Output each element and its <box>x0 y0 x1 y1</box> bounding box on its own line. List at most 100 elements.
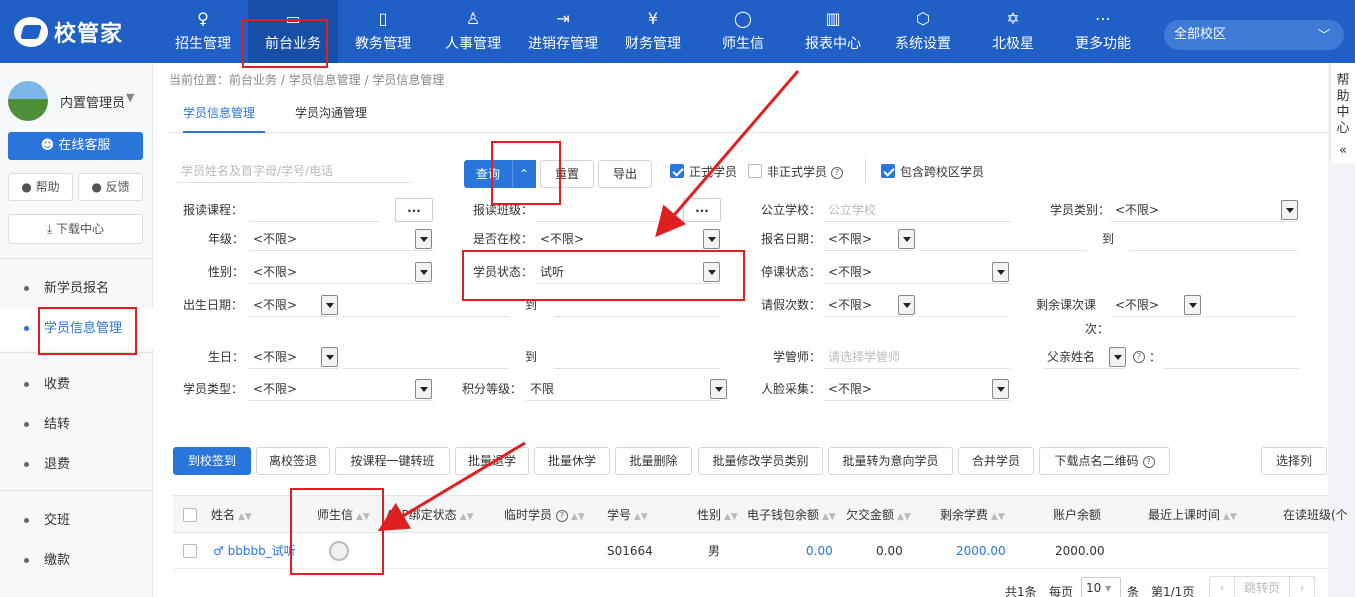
birthday-start[interactable] <box>343 345 509 369</box>
public-school-input[interactable]: 公立学校 <box>824 198 1010 222</box>
dropdown-arrow-icon[interactable] <box>321 347 338 367</box>
birthday-end[interactable] <box>554 345 720 369</box>
nav-inventory[interactable]: ⇥ 进销存管理 <box>518 0 608 63</box>
col-owed[interactable]: 欠交金额 ▲▼ <box>846 496 911 536</box>
sidebar-item-handover[interactable]: 交班 <box>0 501 153 541</box>
remaining-lessons-input[interactable] <box>1205 293 1297 317</box>
avatar[interactable] <box>8 81 48 121</box>
sidebar-item-charge[interactable]: 收费 <box>0 365 153 405</box>
dropdown-arrow-icon[interactable] <box>415 262 432 282</box>
export-button[interactable]: 导出 <box>598 160 652 188</box>
prev-page-icon[interactable]: ‹ <box>1209 576 1235 597</box>
sidebar-item-transfer[interactable]: 结转 <box>0 405 153 445</box>
dropdown-arrow-icon[interactable] <box>415 229 432 249</box>
col-last-class[interactable]: 最近上课时间 ▲▼ <box>1148 496 1237 536</box>
nav-messenger[interactable]: ◯ 师生信 <box>698 0 788 63</box>
suspend-status-select[interactable]: <不限> <box>824 260 1010 284</box>
row-checkbox[interactable] <box>183 544 197 558</box>
nav-settings[interactable]: ⬡ 系统设置 <box>878 0 968 63</box>
student-type-select[interactable]: <不限> <box>249 377 433 401</box>
nav-academic[interactable]: ▯ 教务管理 <box>338 0 428 63</box>
col-student-id[interactable]: 学号 ▲▼ <box>607 496 648 536</box>
batch-modify-category-button[interactable]: 批量修改学员类别 <box>698 447 823 475</box>
dropdown-arrow-icon[interactable] <box>898 229 915 249</box>
merge-student-button[interactable]: 合并学员 <box>958 447 1034 475</box>
formal-student-checkbox[interactable] <box>670 164 684 178</box>
dropdown-arrow-icon[interactable] <box>710 379 727 399</box>
grade-select[interactable]: <不限> <box>249 227 433 251</box>
nav-reports[interactable]: ▥ 报表中心 <box>788 0 878 63</box>
nav-more[interactable]: ⋯ 更多功能 <box>1058 0 1148 63</box>
download-center-button[interactable]: ⤓ 下载中心 <box>8 214 143 244</box>
caret-down-icon[interactable]: ▼ <box>126 91 134 104</box>
nav-hr[interactable]: ♙ 人事管理 <box>428 0 518 63</box>
dropdown-arrow-icon[interactable] <box>1184 295 1201 315</box>
tab-student-communication[interactable]: 学员沟通管理 <box>295 99 367 133</box>
cross-campus-checkbox[interactable] <box>881 164 895 178</box>
course-input[interactable] <box>249 198 379 222</box>
leave-count-input[interactable] <box>919 293 1009 317</box>
dropdown-arrow-icon[interactable] <box>703 229 720 249</box>
check-out-button[interactable]: 离校签退 <box>256 447 330 475</box>
enroll-date-end[interactable] <box>1129 227 1297 251</box>
wallet-balance[interactable]: 0.00 <box>806 533 833 569</box>
jump-page-input[interactable]: 跳转页 <box>1234 576 1290 597</box>
nav-polaris[interactable]: ✡ 北极星 <box>968 0 1058 63</box>
download-qr-button[interactable]: 下载点名二维码? <box>1039 447 1170 475</box>
help-button[interactable]: ● 帮助 <box>8 173 73 201</box>
remaining-fee[interactable]: 2000.00 <box>956 533 1006 569</box>
collapse-icon[interactable]: « <box>1331 143 1355 159</box>
search-input[interactable]: 学员姓名及首字母/学号/电话 <box>177 159 411 183</box>
enroll-date-start[interactable] <box>919 227 1087 251</box>
app-logo[interactable]: 校管家 <box>14 16 123 48</box>
select-all-checkbox[interactable] <box>183 508 197 522</box>
face-capture-select[interactable]: <不限> <box>824 377 1010 401</box>
dropdown-arrow-icon[interactable] <box>1109 347 1126 367</box>
per-page-select[interactable]: 10 ▾ <box>1081 577 1121 597</box>
col-temporary[interactable]: 临时学员? ▲▼ <box>504 496 585 536</box>
dropdown-arrow-icon[interactable] <box>898 295 915 315</box>
student-name-link[interactable]: ♂ bbbbb_试听 <box>213 533 296 569</box>
question-icon[interactable]: ? <box>1133 351 1145 363</box>
in-school-select[interactable]: <不限> <box>536 227 720 251</box>
gender-select[interactable]: <不限> <box>249 260 433 284</box>
col-name[interactable]: 姓名 ▲▼ <box>211 496 252 536</box>
dropdown-arrow-icon[interactable] <box>992 262 1009 282</box>
col-wallet[interactable]: 电子钱包余额 ▲▼ <box>747 496 836 536</box>
question-icon[interactable]: ? <box>831 166 844 179</box>
manager-select[interactable]: 请选择学管师 <box>824 345 1010 369</box>
sidebar-item-refund[interactable]: 退费 <box>0 445 153 485</box>
tab-student-info[interactable]: 学员信息管理 <box>183 99 265 133</box>
campus-select[interactable]: 全部校区 ﹀ <box>1164 20 1344 50</box>
sidebar-item-new-enroll[interactable]: 新学员报名 <box>0 269 153 309</box>
col-current-class[interactable]: 在读班级(个 <box>1283 496 1348 534</box>
dropdown-arrow-icon[interactable] <box>1281 200 1298 220</box>
dropdown-arrow-icon[interactable] <box>321 295 338 315</box>
sidebar-item-payment[interactable]: 缴款 <box>0 541 153 581</box>
col-remaining-fee[interactable]: 剩余学费 ▲▼ <box>940 496 1005 536</box>
points-level-select[interactable]: 不限 <box>526 377 720 401</box>
batch-suspend-button[interactable]: 批量休学 <box>534 447 610 475</box>
online-service-button[interactable]: ☻ 在线客服 <box>8 132 143 160</box>
informal-student-checkbox[interactable] <box>748 164 762 178</box>
course-picker-button[interactable]: ... <box>395 198 433 222</box>
user-name[interactable]: 内置管理员 <box>60 92 125 111</box>
transfer-class-button[interactable]: 按课程一键转班 <box>335 447 450 475</box>
batch-withdraw-button[interactable]: 批量退学 <box>455 447 529 475</box>
nav-enrollment[interactable]: ♀ 招生管理 <box>158 0 248 63</box>
batch-to-intent-button[interactable]: 批量转为意向学员 <box>828 447 953 475</box>
dropdown-arrow-icon[interactable] <box>992 379 1009 399</box>
feedback-button[interactable]: ● 反馈 <box>78 173 143 201</box>
class-picker-button[interactable]: ... <box>683 198 721 222</box>
check-in-button[interactable]: 到校签到 <box>173 447 251 475</box>
select-columns-button[interactable]: 选择列 <box>1261 447 1327 475</box>
parent-name-input[interactable] <box>1163 345 1299 369</box>
batch-delete-button[interactable]: 批量删除 <box>615 447 692 475</box>
help-center-tab[interactable]: 帮助中心 « <box>1330 63 1355 163</box>
nav-finance[interactable]: ¥ 财务管理 <box>608 0 698 63</box>
next-page-icon[interactable]: › <box>1289 576 1315 597</box>
col-balance[interactable]: 账户余额 <box>1053 496 1101 534</box>
dropdown-arrow-icon[interactable] <box>415 379 432 399</box>
col-gender[interactable]: 性别 ▲▼ <box>697 496 738 536</box>
student-category-select[interactable]: <不限> <box>1111 198 1297 222</box>
